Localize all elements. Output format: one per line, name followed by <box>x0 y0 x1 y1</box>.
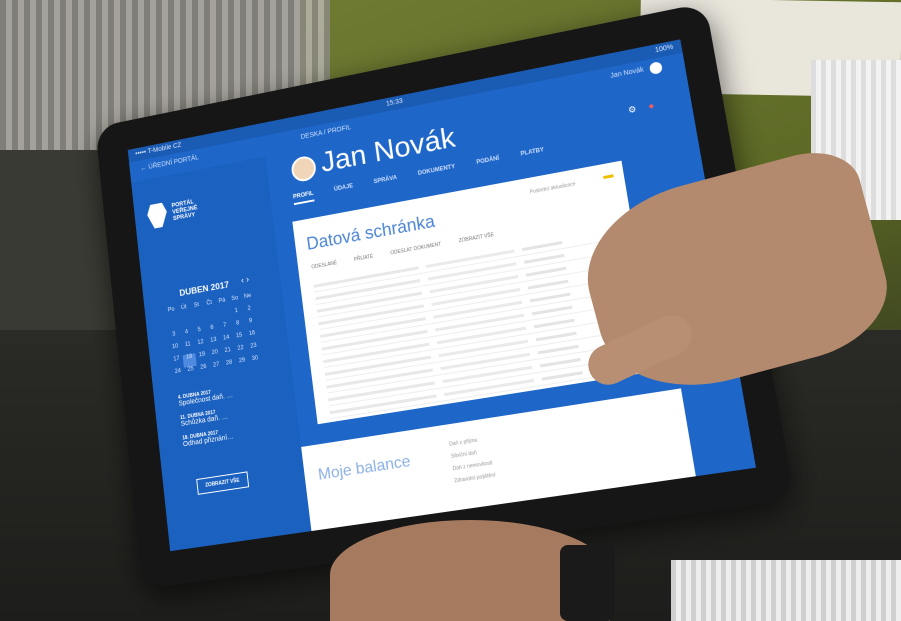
wristwatch <box>560 545 615 621</box>
tab-platby[interactable]: PLATBY <box>520 147 545 162</box>
tab-udaje[interactable]: ÚDAJE <box>334 183 354 197</box>
table-cell <box>530 292 571 302</box>
calendar-grid: Po Út St Čt Pá So Ne 1 2 3 4 5 6 7 8 9 10 11 12 13 14 15 16 17 1… <box>165 293 263 383</box>
table-cell <box>526 266 567 276</box>
table-cell <box>540 357 581 367</box>
table-cell <box>542 371 583 380</box>
calendar-nav: ‹ › <box>241 274 250 285</box>
gear-icon[interactable]: ⚙ <box>627 104 637 116</box>
tab-dokumenty[interactable]: DOKUMENTY <box>418 164 457 181</box>
table-cell <box>532 305 573 315</box>
notification-icon[interactable]: ● <box>648 100 655 112</box>
calendar-title: DUBEN 2017 <box>179 280 230 298</box>
table-cell <box>528 279 569 289</box>
breadcrumb[interactable]: DESKA / PROFIL <box>300 124 351 140</box>
balance-lines: Daň z příjmu Silniční daň Daň z nemovito… <box>448 432 496 487</box>
filter-sent[interactable]: ODESLANÉ <box>311 260 337 270</box>
user-avatar-icon[interactable] <box>649 61 663 75</box>
striped-cuff <box>671 560 901 621</box>
clock: 15:33 <box>386 98 403 108</box>
avatar[interactable] <box>290 154 317 183</box>
lion-emblem-icon <box>146 202 168 230</box>
filter-send-document[interactable]: ODESLAT DOKUMENT <box>390 242 442 257</box>
card-title: Moje balance <box>317 453 412 485</box>
filter-show-all[interactable]: ZOBRAZIT VŠE <box>458 232 494 244</box>
header-icons: ⚙ ● <box>627 100 655 116</box>
sidebar: PORTÁL VEŘEJNÉ SPRÁVY DUBEN 2017 ‹ › Po Ú… <box>131 156 311 551</box>
table-cell <box>534 318 575 328</box>
portal-logo[interactable]: PORTÁL VEŘEJNÉ SPRÁVY <box>146 196 199 229</box>
logo-text: PORTÁL VEŘEJNÉ SPRÁVY <box>171 198 198 222</box>
calendar-prev-icon[interactable]: ‹ <box>241 275 245 285</box>
filter-received[interactable]: PŘIJATÉ <box>354 254 374 263</box>
calendar-next-icon[interactable]: › <box>246 274 250 284</box>
calendar-day[interactable]: 30 <box>248 355 262 370</box>
tab-podani[interactable]: PODÁNÍ <box>476 156 500 171</box>
show-all-button[interactable]: ZOBRAZIT VŠE <box>196 471 249 494</box>
status-badge <box>603 174 614 179</box>
battery-label: 100% <box>655 44 674 54</box>
user-name[interactable]: Jan Novák <box>610 67 644 80</box>
photo-scene: ••••• T-Mobile CZ 15:33 100% ← ÚŘEDNÍ PO… <box>0 0 901 621</box>
table-cell <box>538 344 579 354</box>
event-list: 4. DUBNA 2017 Společnost daň. … 11. DUBN… <box>178 378 287 456</box>
tab-profil[interactable]: PROFIL <box>293 191 315 205</box>
table-cell <box>536 331 577 341</box>
last-update-label: Poslední aktualizace <box>529 181 576 195</box>
tab-sprava[interactable]: SPRÁVA <box>373 175 398 190</box>
